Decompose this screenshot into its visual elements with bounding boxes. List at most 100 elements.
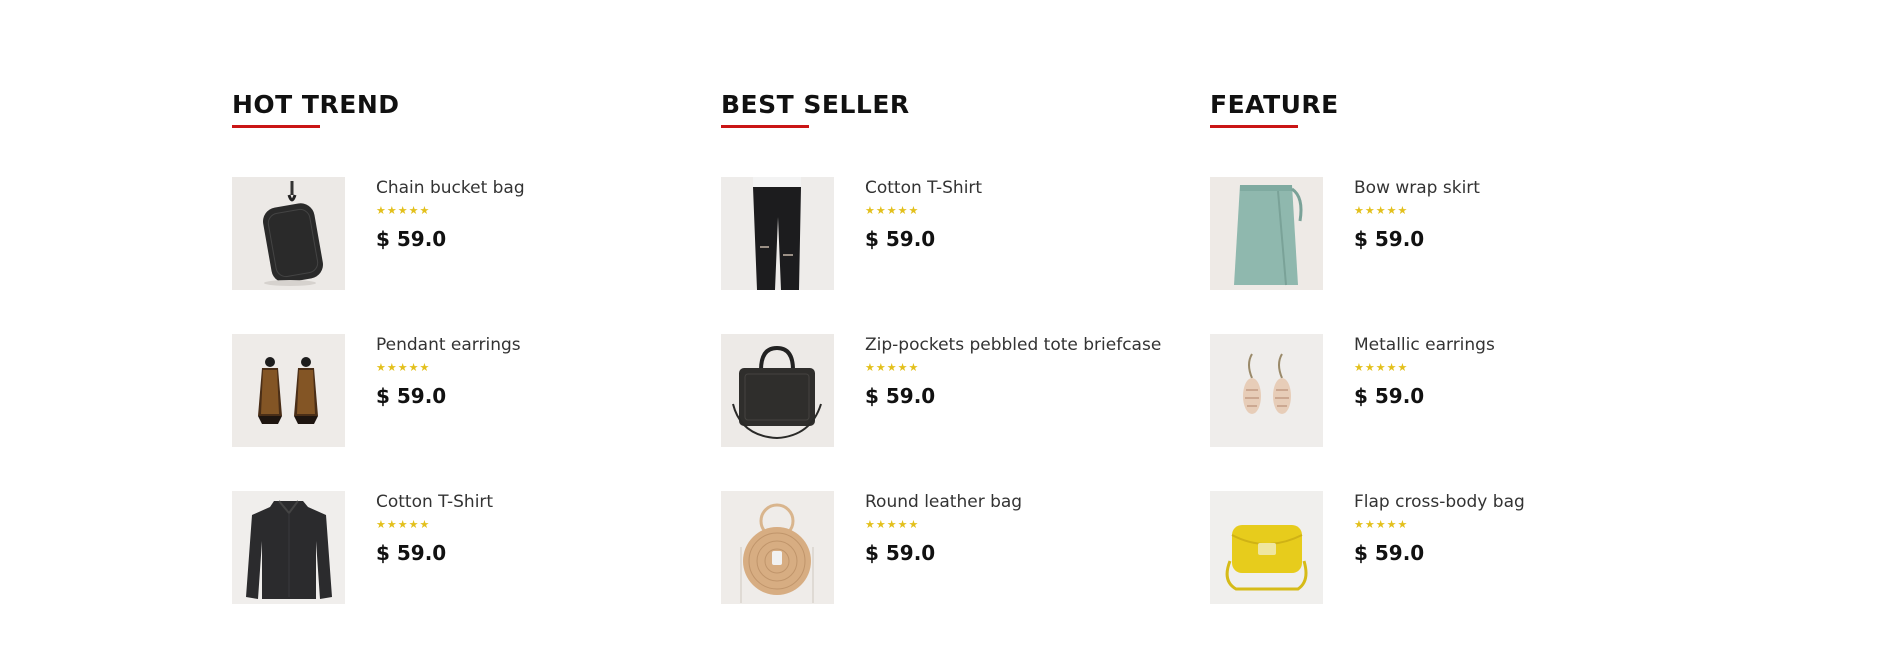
black-ripped-jeans-image[interactable] [721,177,834,290]
product-price: $ 59.0 [376,384,447,408]
star-icon: ★ [886,361,897,374]
product-price: $ 59.0 [1354,227,1425,251]
star-icon: ★ [1364,204,1375,217]
section-title: FEATURE [1210,90,1339,119]
star-icon: ★ [376,204,386,217]
star-icon: ★ [1375,518,1386,531]
star-icon: ★ [386,204,397,217]
section-title: BEST SELLER [721,90,910,119]
product-name[interactable]: Metallic earrings [1354,335,1654,356]
star-icon: ★ [1364,518,1375,531]
star-icon: ★ [1397,204,1408,217]
product-item[interactable]: Chain bucket bag ★ ★ ★ ★ ★ $ 59.0 [232,177,692,290]
product-info: Cotton T-Shirt ★ ★ ★ ★ ★ $ 59.0 [376,491,676,565]
rating-stars: ★ ★ ★ ★ ★ [1354,519,1654,531]
star-icon: ★ [1354,518,1364,531]
product-price: $ 59.0 [865,541,936,565]
product-item[interactable]: Zip-pockets pebbled tote briefcase ★ ★ ★ ★ ★… [721,334,1181,447]
star-icon: ★ [408,204,419,217]
rating-stars: ★ ★ ★ ★ ★ [865,519,1165,531]
product-price: $ 59.0 [376,227,447,251]
rating-stars: ★ ★ ★ ★ ★ [1354,205,1654,217]
star-icon: ★ [875,204,886,217]
section-title: HOT TREND [232,90,400,119]
title-underline [232,125,320,128]
star-icon: ★ [865,518,875,531]
product-item[interactable]: Flap cross-body bag ★ ★ ★ ★ ★ $ 59.0 [1210,491,1670,604]
rating-stars: ★ ★ ★ ★ ★ [865,205,1165,217]
star-icon: ★ [865,204,875,217]
dark-knit-top-image[interactable] [232,491,345,604]
round-rattan-bag-image[interactable] [721,491,834,604]
product-item[interactable]: Metallic earrings ★ ★ ★ ★ ★ $ 59.0 [1210,334,1670,447]
product-name[interactable]: Round leather bag [865,492,1165,513]
green-wrap-skirt-image[interactable] [1210,177,1323,290]
product-price: $ 59.0 [376,541,447,565]
product-info: Zip-pockets pebbled tote briefcase ★ ★ ★ ★ ★… [865,334,1165,408]
rating-stars: ★ ★ ★ ★ ★ [376,362,676,374]
star-icon: ★ [908,361,919,374]
star-icon: ★ [1386,204,1397,217]
rating-stars: ★ ★ ★ ★ ★ [376,519,676,531]
star-icon: ★ [376,361,386,374]
star-icon: ★ [386,361,397,374]
chain-bucket-bag-image[interactable] [232,177,345,290]
product-name[interactable]: Bow wrap skirt [1354,178,1654,199]
product-info: Bow wrap skirt ★ ★ ★ ★ ★ $ 59.0 [1354,177,1654,251]
star-icon: ★ [886,518,897,531]
star-icon: ★ [397,204,408,217]
product-item[interactable]: Round leather bag ★ ★ ★ ★ ★ $ 59.0 [721,491,1181,604]
star-icon: ★ [865,361,875,374]
star-icon: ★ [419,361,430,374]
product-info: Pendant earrings ★ ★ ★ ★ ★ $ 59.0 [376,334,676,408]
star-icon: ★ [1397,518,1408,531]
star-icon: ★ [1354,204,1364,217]
product-info: Chain bucket bag ★ ★ ★ ★ ★ $ 59.0 [376,177,676,251]
product-name[interactable]: Cotton T-Shirt [376,492,676,513]
product-name[interactable]: Flap cross-body bag [1354,492,1654,513]
rating-stars: ★ ★ ★ ★ ★ [865,362,1165,374]
shell-earrings-image[interactable] [1210,334,1323,447]
star-icon: ★ [397,361,408,374]
star-icon: ★ [897,204,908,217]
rating-stars: ★ ★ ★ ★ ★ [376,205,676,217]
product-price: $ 59.0 [865,227,936,251]
star-icon: ★ [908,518,919,531]
product-name[interactable]: Chain bucket bag [376,178,676,199]
pendant-earrings-image[interactable] [232,334,345,447]
product-info: Round leather bag ★ ★ ★ ★ ★ $ 59.0 [865,491,1165,565]
star-icon: ★ [408,518,419,531]
star-icon: ★ [1364,361,1375,374]
section-best-seller: BEST SELLER Cotton T-Shirt ★ ★ ★ ★ ★ $ 5… [721,88,1181,604]
product-item[interactable]: Bow wrap skirt ★ ★ ★ ★ ★ $ 59.0 [1210,177,1670,290]
star-icon: ★ [886,204,897,217]
product-name[interactable]: Pendant earrings [376,335,676,356]
product-name[interactable]: Cotton T-Shirt [865,178,1165,199]
product-item[interactable]: Cotton T-Shirt ★ ★ ★ ★ ★ $ 59.0 [232,491,692,604]
star-icon: ★ [875,518,886,531]
star-icon: ★ [1375,361,1386,374]
star-icon: ★ [875,361,886,374]
section-feature: FEATURE Bow wrap skirt ★ ★ ★ ★ ★ $ 59.0 … [1210,88,1670,604]
product-info: Metallic earrings ★ ★ ★ ★ ★ $ 59.0 [1354,334,1654,408]
product-price: $ 59.0 [1354,384,1425,408]
star-icon: ★ [419,204,430,217]
star-icon: ★ [897,518,908,531]
product-info: Cotton T-Shirt ★ ★ ★ ★ ★ $ 59.0 [865,177,1165,251]
title-underline [721,125,809,128]
star-icon: ★ [408,361,419,374]
product-price: $ 59.0 [865,384,936,408]
yellow-crossbody-bag-image[interactable] [1210,491,1323,604]
product-name[interactable]: Zip-pockets pebbled tote briefcase [865,335,1165,356]
star-icon: ★ [897,361,908,374]
star-icon: ★ [1354,361,1364,374]
star-icon: ★ [908,204,919,217]
black-briefcase-image[interactable] [721,334,834,447]
star-icon: ★ [397,518,408,531]
product-item[interactable]: Cotton T-Shirt ★ ★ ★ ★ ★ $ 59.0 [721,177,1181,290]
title-underline [1210,125,1298,128]
section-hot-trend: HOT TREND Chain bucket bag ★ ★ ★ ★ ★ $ 5… [232,88,692,604]
star-icon: ★ [1375,204,1386,217]
product-item[interactable]: Pendant earrings ★ ★ ★ ★ ★ $ 59.0 [232,334,692,447]
star-icon: ★ [386,518,397,531]
